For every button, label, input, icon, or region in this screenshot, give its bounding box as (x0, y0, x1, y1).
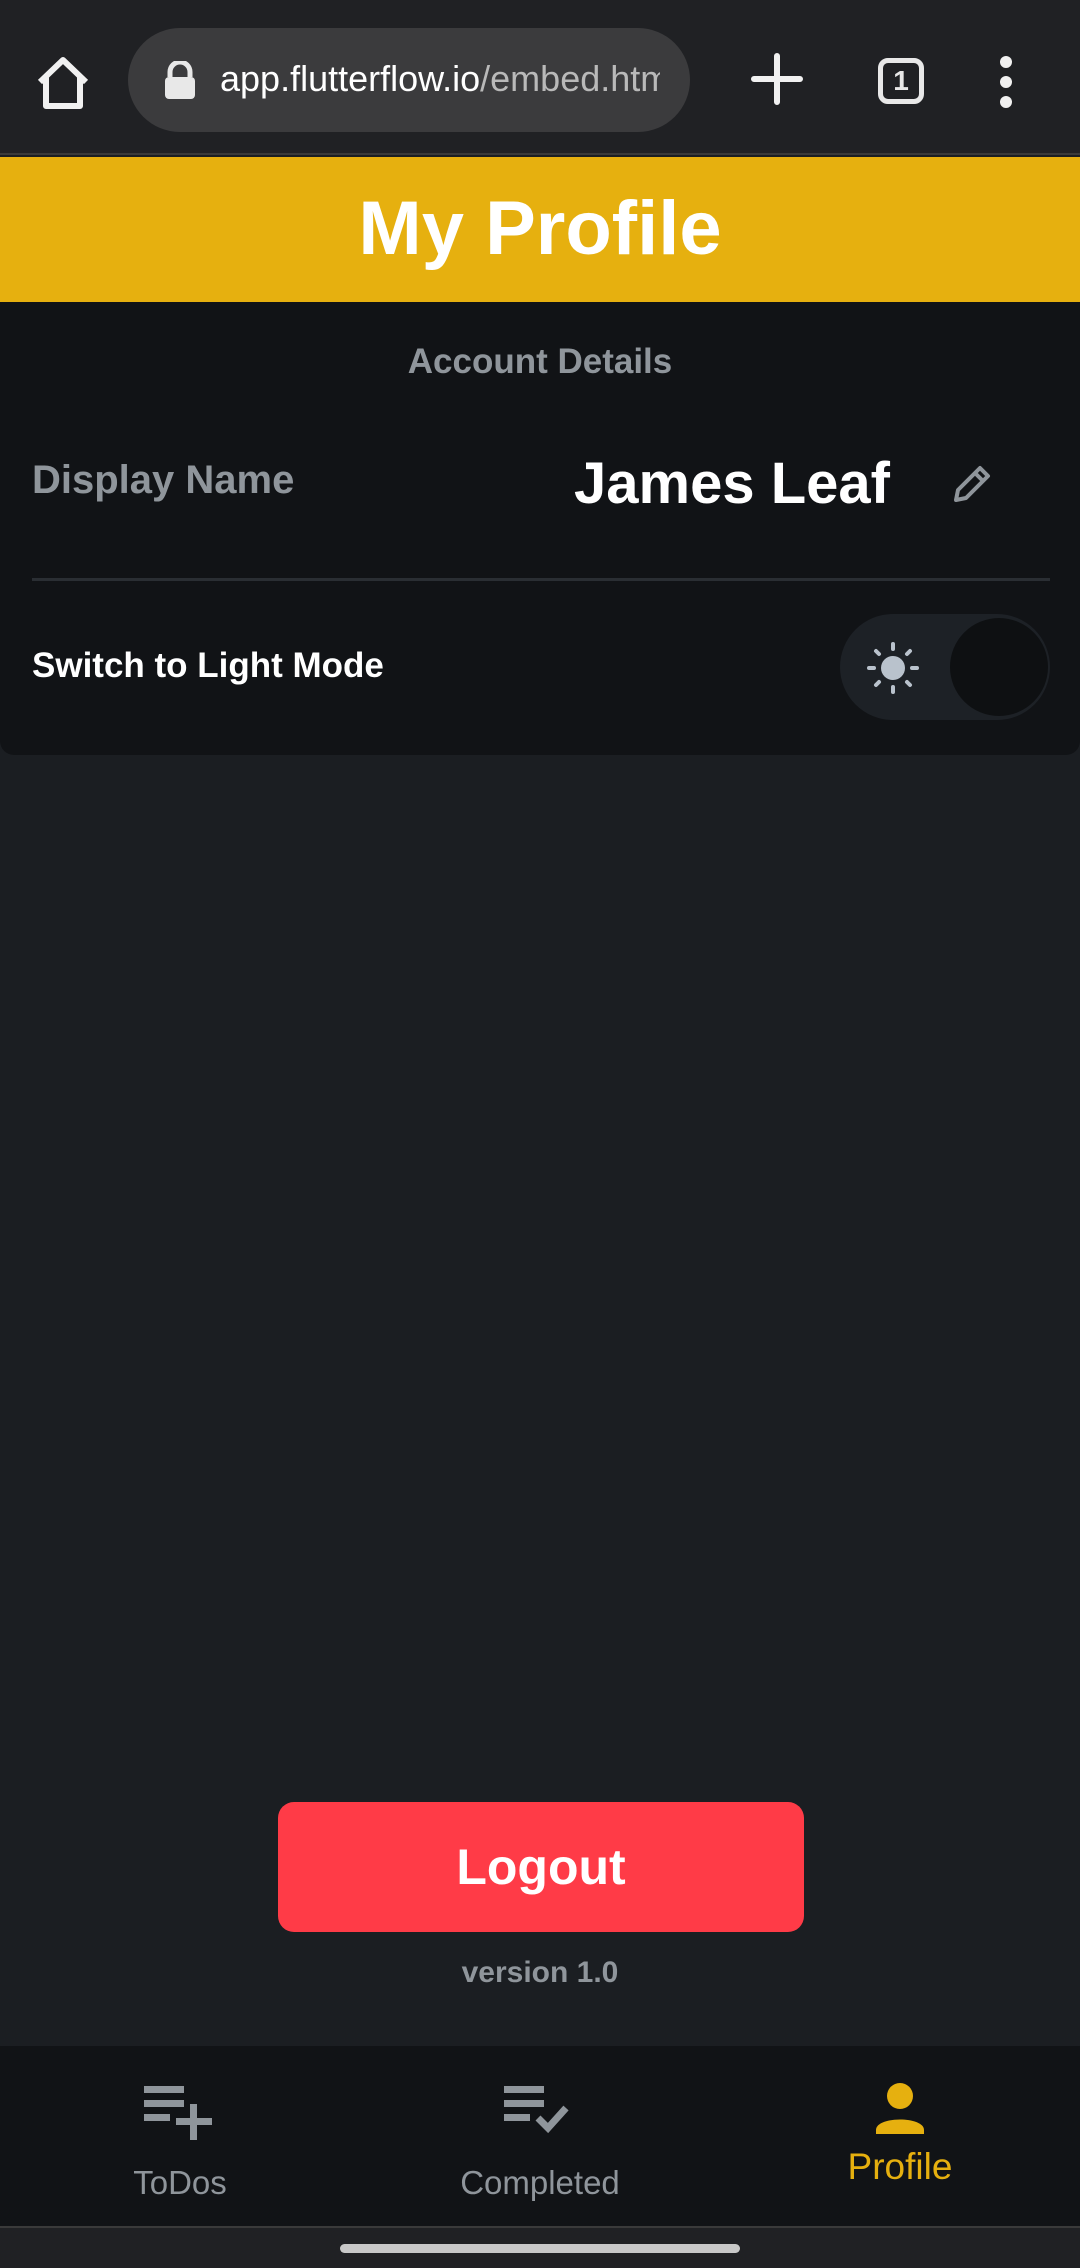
logout-button[interactable]: Logout (278, 1802, 804, 1932)
lock-icon (162, 59, 198, 101)
nav-item-completed[interactable]: Completed (360, 2046, 720, 2226)
light-mode-label: Switch to Light Mode (32, 646, 384, 685)
home-icon[interactable] (30, 50, 96, 116)
url-text: app.flutterflow.io/embed.html (220, 58, 660, 100)
display-name-value: James Leaf (574, 451, 890, 516)
divider (32, 578, 1050, 581)
section-title: Account Details (407, 342, 673, 381)
toggle-knob[interactable] (950, 618, 1048, 716)
browser-toolbar: app.flutterflow.io/embed.html 1 (0, 0, 1080, 155)
url-path: /embed.html (480, 58, 660, 99)
page-title: My Profile (358, 186, 722, 271)
gesture-handle[interactable] (340, 2244, 740, 2253)
display-name-label: Display Name (32, 458, 295, 502)
nav-item-profile[interactable]: Profile (720, 2046, 1080, 2226)
nav-label-profile: Profile (847, 2146, 953, 2187)
version-text: version 1.0 (461, 1956, 619, 1989)
account-details-card: Account Details Display Name James Leaf … (0, 302, 1080, 755)
app-header: My Profile (0, 157, 1080, 302)
edit-icon[interactable] (948, 460, 996, 508)
sun-icon (866, 641, 920, 695)
playlist-add-icon (140, 2080, 220, 2144)
page: app.flutterflow.io/embed.html 1 My Profi… (0, 0, 1080, 2268)
nav-label-completed: Completed (460, 2164, 620, 2201)
nav-label-todos: ToDos (133, 2164, 227, 2201)
person-icon (860, 2080, 940, 2144)
playlist-check-icon (500, 2080, 580, 2144)
system-gesture-bar (0, 2226, 1080, 2268)
address-bar[interactable]: app.flutterflow.io/embed.html (128, 28, 690, 132)
tab-switcher-button[interactable]: 1 (878, 58, 924, 104)
light-mode-toggle[interactable] (840, 614, 1050, 720)
new-tab-icon[interactable] (748, 50, 806, 108)
more-vert-icon[interactable] (996, 54, 1016, 110)
url-host: app.flutterflow.io (220, 58, 481, 99)
nav-item-todos[interactable]: ToDos (0, 2046, 360, 2226)
bottom-nav: ToDos Completed Profile (0, 2046, 1080, 2226)
